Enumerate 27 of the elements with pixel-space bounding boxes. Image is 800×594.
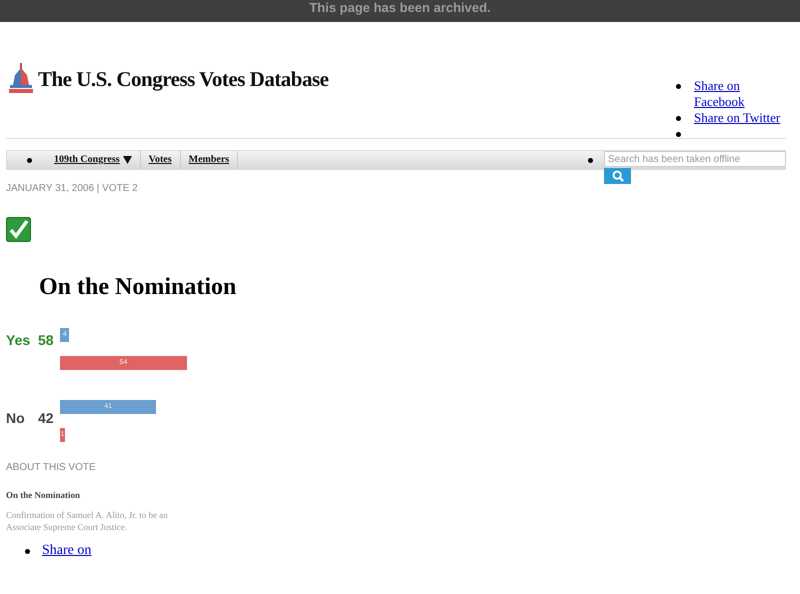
section-heading: ABOUT THIS VOTE: [6, 462, 97, 473]
nav-link[interactable]: 109th Congress: [46, 151, 141, 169]
search-icon: [610, 170, 624, 182]
search-field[interactable]: Search has been taken offline: [604, 151, 786, 167]
nav-link[interactable]: Members: [180, 151, 238, 169]
bullet-icon: [676, 116, 681, 121]
bullet-icon: [676, 132, 681, 137]
caret-icon: [122, 156, 132, 164]
bullet-icon: [27, 158, 32, 162]
result-count: 58: [38, 332, 54, 348]
vote-description: Confirmation of Samuel A. Alito, Jr. to be an Associate Supreme Court Justice.: [6, 509, 169, 533]
nav-link[interactable]: Votes: [140, 151, 181, 169]
search-button[interactable]: [604, 168, 631, 184]
archive-banner: This page has been archived.: [0, 0, 800, 22]
share-link[interactable]: Share on: [42, 543, 92, 559]
share-link[interactable]: Share on Twitter: [694, 110, 790, 126]
share-link[interactable]: Share on Facebook: [694, 78, 790, 110]
capitol-dome-icon: [8, 63, 34, 95]
bullet-icon: [25, 548, 30, 554]
bullet-icon: [588, 158, 593, 162]
result-label: No: [6, 410, 26, 428]
vote-heading: On the Nomination: [39, 274, 238, 302]
bullet-icon: [676, 84, 681, 89]
result-count: 42: [38, 410, 54, 428]
about-title: On the Nomination: [6, 490, 82, 500]
vote-dateline: JANUARY 31, 2006 | VOTE 2: [6, 183, 139, 194]
site-title: The U.S. Congress Votes Database: [38, 66, 328, 92]
